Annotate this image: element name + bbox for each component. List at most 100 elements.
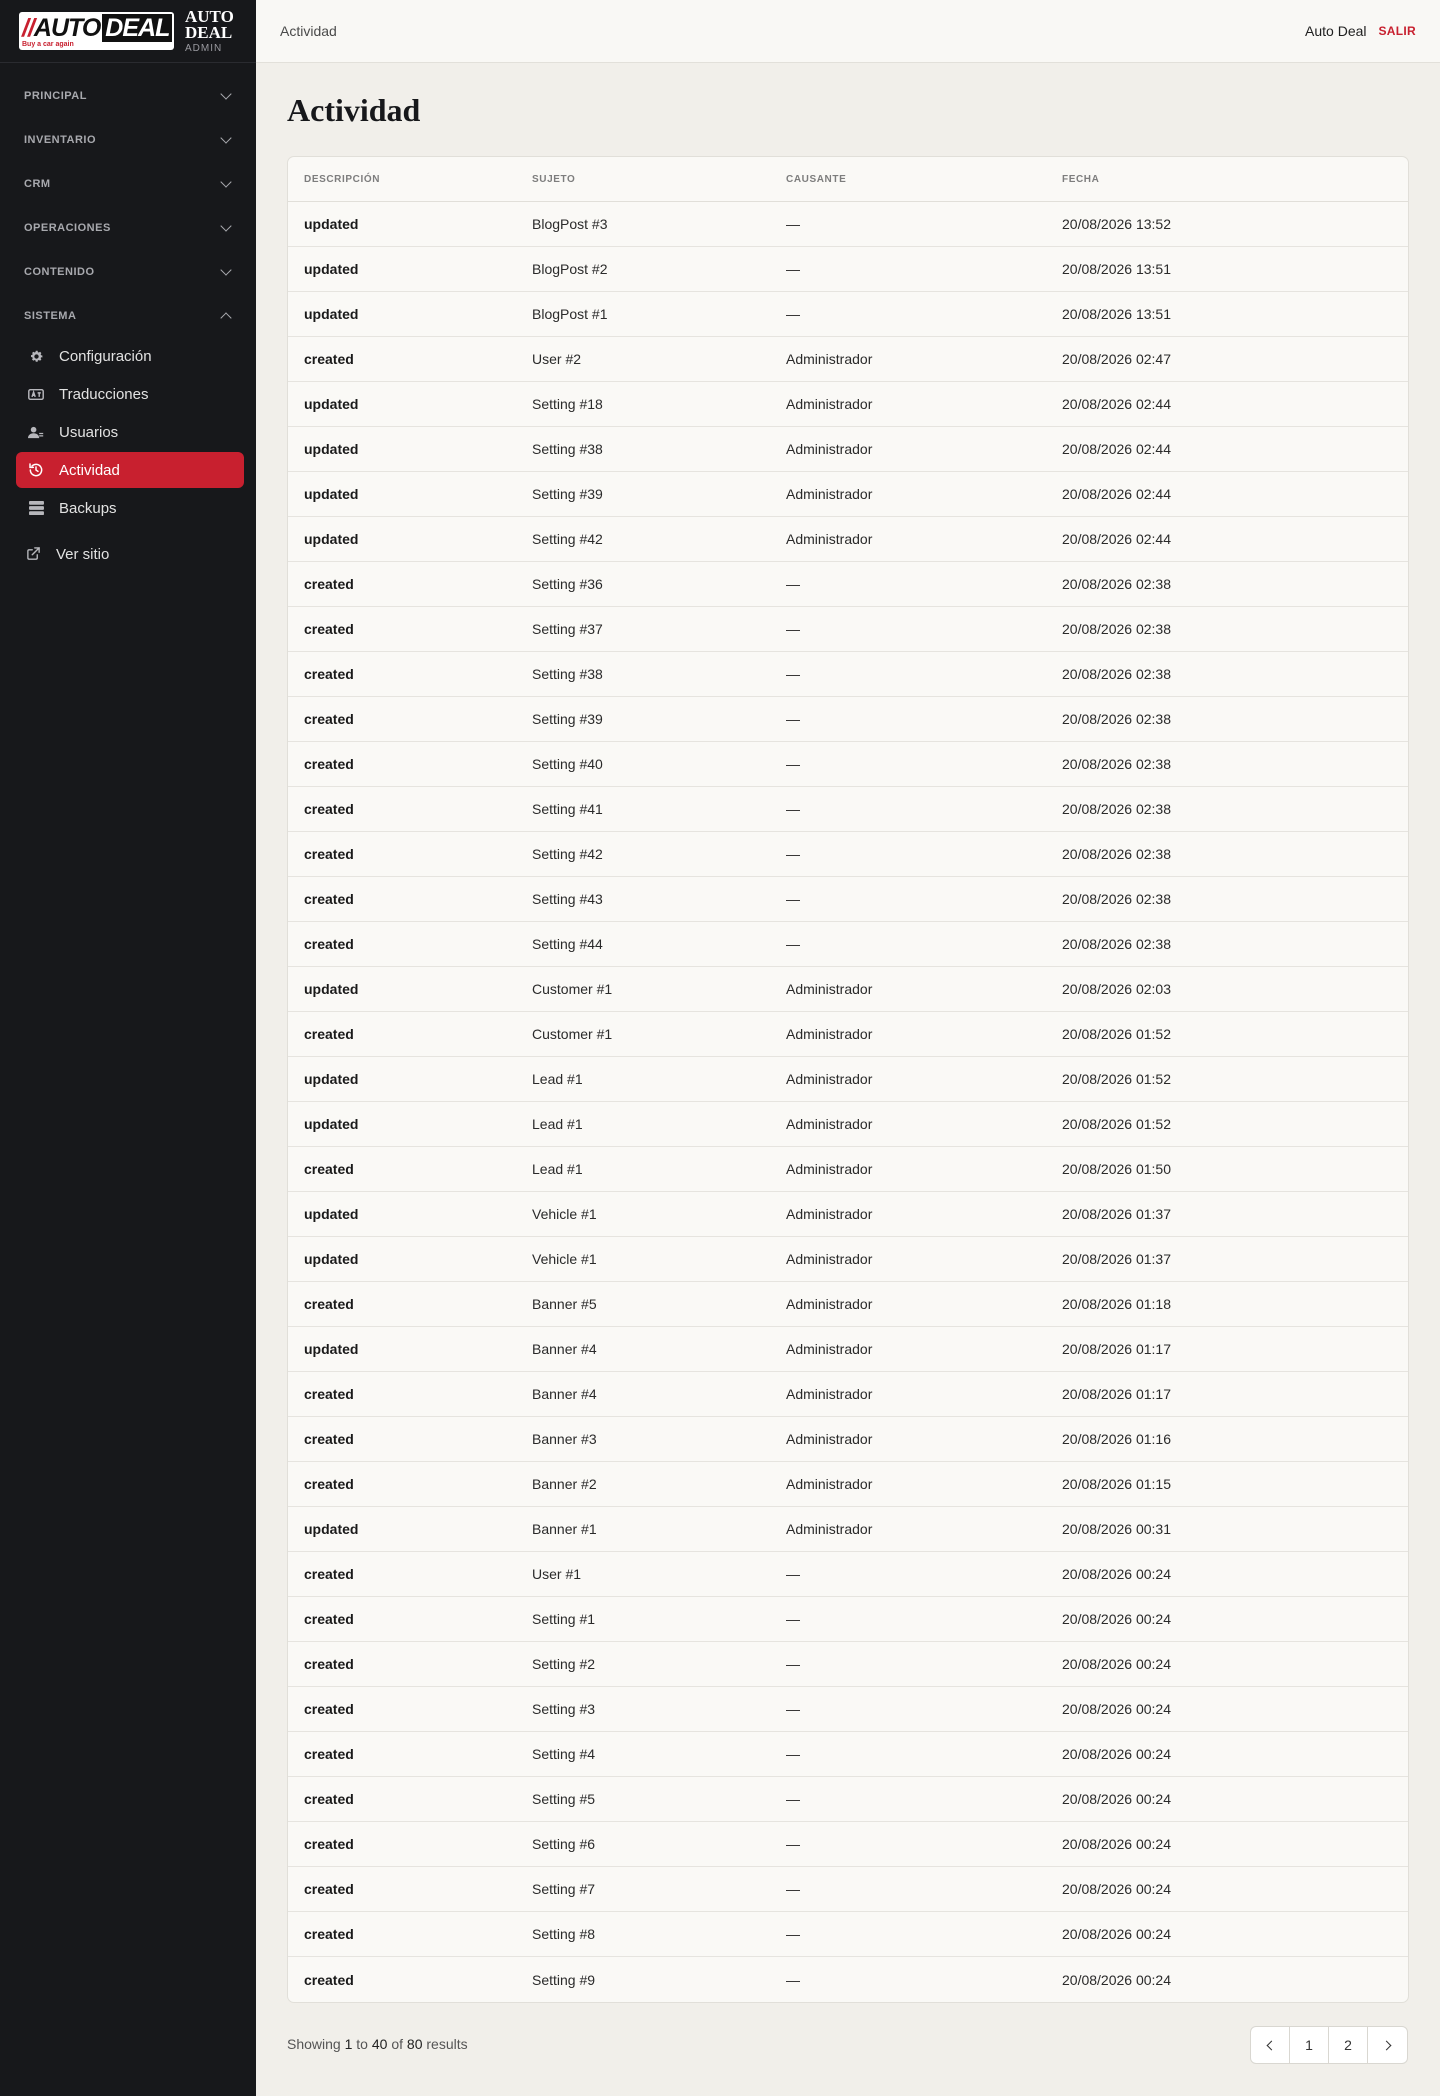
table-row[interactable]: created User #1 — 20/08/2026 00:24 — [288, 1552, 1408, 1597]
cell-sujeto: Setting #1 — [532, 1611, 596, 1627]
sidebar: //AUTO DEAL Buy a car again AUTO DEAL ADM… — [0, 0, 256, 2096]
sidebar-item-label: Usuarios — [59, 423, 119, 441]
cell-sujeto: Setting #36 — [532, 576, 603, 592]
cell-descripcion: created — [304, 1746, 354, 1762]
nav-section-operaciones[interactable]: OPERACIONES — [0, 206, 256, 250]
table-row[interactable]: created Setting #6 — 20/08/2026 00:24 — [288, 1822, 1408, 1867]
table-row[interactable]: created Setting #5 — 20/08/2026 00:24 — [288, 1777, 1408, 1822]
cell-causante: — — [786, 666, 800, 682]
activity-table: DESCRIPCIÓN SUJETO CAUSANTE FECHA update… — [287, 156, 1409, 2003]
cell-descripcion: updated — [304, 261, 359, 277]
cell-causante: Administrador — [786, 531, 873, 547]
cell-descripcion: updated — [304, 306, 359, 322]
cell-fecha: 20/08/2026 01:52 — [1062, 1071, 1171, 1087]
sidebar-item-label: Configuración — [59, 347, 152, 365]
table-row[interactable]: created Banner #4 Administrador 20/08/2026 … — [288, 1372, 1408, 1417]
table-row[interactable]: created Setting #3 — 20/08/2026 00:24 — [288, 1687, 1408, 1732]
nav-section-contenido[interactable]: CONTENIDO — [0, 250, 256, 294]
cell-sujeto: Setting #38 — [532, 666, 603, 682]
table-row[interactable]: created Customer #1 Administrador 20/08/202… — [288, 1012, 1408, 1057]
table-row[interactable]: created Setting #37 — 20/08/2026 02:38 — [288, 607, 1408, 652]
cell-descripcion: created — [304, 1296, 354, 1312]
table-row[interactable]: created Setting #4 — 20/08/2026 00:24 — [288, 1732, 1408, 1777]
logout-button[interactable]: SALIR — [1379, 24, 1417, 38]
cell-causante: Administrador — [786, 981, 873, 997]
cell-sujeto: Setting #8 — [532, 1926, 596, 1942]
table-row[interactable]: updated BlogPost #2 — 20/08/2026 13:51 — [288, 247, 1408, 292]
cell-fecha: 20/08/2026 00:24 — [1062, 1746, 1171, 1762]
table-row[interactable]: created Setting #41 — 20/08/2026 02:38 — [288, 787, 1408, 832]
table-row[interactable]: created Setting #7 — 20/08/2026 00:24 — [288, 1867, 1408, 1912]
sidebar-item-usuarios[interactable]: Usuarios — [16, 414, 244, 450]
table-row[interactable]: created Setting #8 — 20/08/2026 00:24 — [288, 1912, 1408, 1957]
table-row[interactable]: updated Setting #42 Administrador 20/08/202… — [288, 517, 1408, 562]
sidebar-item-traducciones[interactable]: Traducciones — [16, 376, 244, 412]
chevron-down-icon — [220, 132, 232, 144]
cell-sujeto: Setting #43 — [532, 891, 603, 907]
cell-fecha: 20/08/2026 02:38 — [1062, 666, 1171, 682]
cell-causante: Administrador — [786, 1521, 873, 1537]
cell-fecha: 20/08/2026 00:24 — [1062, 1656, 1171, 1672]
table-row[interactable]: created Setting #43 — 20/08/2026 02:38 — [288, 877, 1408, 922]
cell-fecha: 20/08/2026 00:24 — [1062, 1791, 1171, 1807]
table-row[interactable]: updated Vehicle #1 Administrador 20/08/2026… — [288, 1192, 1408, 1237]
cell-sujeto: Setting #5 — [532, 1791, 596, 1807]
nav-section-principal[interactable]: PRINCIPAL — [0, 74, 256, 118]
cell-descripcion: updated — [304, 1116, 359, 1132]
sidebar-item-ver-sitio[interactable]: Ver sitio — [0, 536, 256, 572]
sidebar-item-configuracion[interactable]: Configuración — [16, 338, 244, 374]
table-row[interactable]: updated BlogPost #1 — 20/08/2026 13:51 — [288, 292, 1408, 337]
chevron-right-icon — [1381, 2040, 1391, 2050]
next-page-button[interactable] — [1368, 2027, 1407, 2063]
table-row[interactable]: created Banner #3 Administrador 20/08/2026 … — [288, 1417, 1408, 1462]
cell-causante: — — [786, 1881, 800, 1897]
table-row[interactable]: created Setting #42 — 20/08/2026 02:38 — [288, 832, 1408, 877]
cell-fecha: 20/08/2026 00:24 — [1062, 1566, 1171, 1582]
table-row[interactable]: updated Banner #4 Administrador 20/08/2026 … — [288, 1327, 1408, 1372]
table-row[interactable]: updated Setting #18 Administrador 20/08/202… — [288, 382, 1408, 427]
table-row[interactable]: updated Customer #1 Administrador 20/08/202… — [288, 967, 1408, 1012]
table-row[interactable]: updated Lead #1 Administrador 20/08/2026 01… — [288, 1057, 1408, 1102]
table-row[interactable]: created User #2 Administrador 20/08/2026 02… — [288, 337, 1408, 382]
table-row[interactable]: updated Lead #1 Administrador 20/08/2026 01… — [288, 1102, 1408, 1147]
cell-fecha: 20/08/2026 00:24 — [1062, 1881, 1171, 1897]
cell-descripcion: created — [304, 351, 354, 367]
table-row[interactable]: updated Setting #38 Administrador 20/08/202… — [288, 427, 1408, 472]
table-row[interactable]: updated Setting #39 Administrador 20/08/202… — [288, 472, 1408, 517]
table-row[interactable]: created Banner #5 Administrador 20/08/2026 … — [288, 1282, 1408, 1327]
table-row[interactable]: created Setting #2 — 20/08/2026 00:24 — [288, 1642, 1408, 1687]
table-row[interactable]: created Setting #1 — 20/08/2026 00:24 — [288, 1597, 1408, 1642]
table-row[interactable]: updated Vehicle #1 Administrador 20/08/2026… — [288, 1237, 1408, 1282]
page-button-1[interactable]: 1 — [1290, 2027, 1329, 2063]
cell-descripcion: created — [304, 1026, 354, 1042]
table-row[interactable]: created Setting #38 — 20/08/2026 02:38 — [288, 652, 1408, 697]
column-header-fecha: FECHA — [1062, 173, 1100, 185]
prev-page-button[interactable] — [1251, 2027, 1290, 2063]
table-row[interactable]: created Setting #39 — 20/08/2026 02:38 — [288, 697, 1408, 742]
page-button-2[interactable]: 2 — [1329, 2027, 1368, 2063]
results-total: 80 — [406, 2036, 423, 2052]
table-row[interactable]: created Banner #2 Administrador 20/08/2026 … — [288, 1462, 1408, 1507]
table-row[interactable]: created Setting #44 — 20/08/2026 02:38 — [288, 922, 1408, 967]
cell-descripcion: created — [304, 756, 354, 772]
table-row[interactable]: updated BlogPost #3 — 20/08/2026 13:52 — [288, 202, 1408, 247]
nav-section-label: PRINCIPAL — [24, 90, 87, 102]
sidebar-item-actividad[interactable]: Actividad — [16, 452, 244, 488]
cell-sujeto: Setting #2 — [532, 1656, 596, 1672]
nav-section-crm[interactable]: CRM — [0, 162, 256, 206]
table-row[interactable]: created Setting #36 — 20/08/2026 02:38 — [288, 562, 1408, 607]
brand[interactable]: //AUTO DEAL Buy a car again AUTO DEAL ADM… — [0, 0, 256, 63]
cell-sujeto: Banner #4 — [532, 1386, 597, 1402]
nav-section-sistema[interactable]: SISTEMA — [0, 294, 256, 338]
pagination: 1 2 — [1250, 2026, 1408, 2064]
cell-causante: — — [786, 1791, 800, 1807]
table-row[interactable]: created Setting #40 — 20/08/2026 02:38 — [288, 742, 1408, 787]
cell-sujeto: Setting #7 — [532, 1881, 596, 1897]
history-icon — [28, 462, 44, 478]
cell-descripcion: created — [304, 1566, 354, 1582]
nav-section-inventario[interactable]: INVENTARIO — [0, 118, 256, 162]
table-row[interactable]: created Lead #1 Administrador 20/08/2026 01… — [288, 1147, 1408, 1192]
table-row[interactable]: created Setting #9 — 20/08/2026 00:24 — [288, 1957, 1408, 2002]
sidebar-item-backups[interactable]: Backups — [16, 490, 244, 526]
table-row[interactable]: updated Banner #1 Administrador 20/08/2026 … — [288, 1507, 1408, 1552]
